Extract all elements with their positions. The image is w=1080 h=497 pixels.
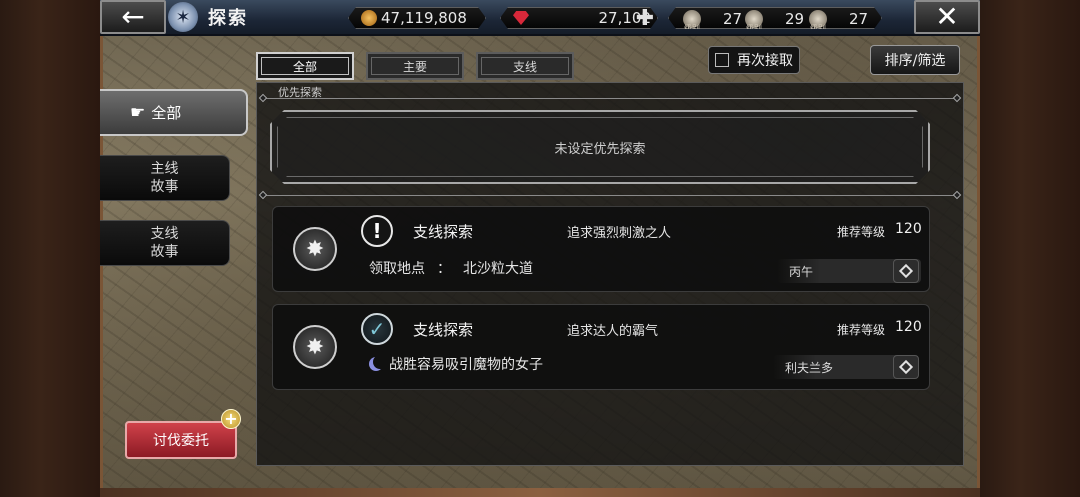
sort-filter-button[interactable]: 排序/筛选 [870, 45, 960, 75]
recommended-level-label: 推荐等级 [837, 225, 886, 239]
quest-name: 追求达人的霸气 [567, 324, 659, 339]
quest-objective: 战胜容易吸引魔物的女子 [369, 354, 543, 374]
checkbox-icon [715, 53, 729, 67]
level-counter-2: 级别 29 [745, 8, 763, 30]
sidebar-item-label: 全部 [151, 104, 182, 122]
locate-diamond-icon [898, 263, 914, 279]
explore-emblem-icon: ✶ [168, 2, 198, 32]
plus-icon: ✚ [635, 5, 655, 31]
level-counter-1: 级别 27 [683, 8, 701, 30]
sidebar-item-label: 支线 故事 [150, 226, 179, 260]
subjugation-request-button[interactable]: 讨伐委托 [125, 421, 237, 459]
quest-type: 支线探索 [413, 223, 474, 241]
level-badge-icon: 级别 [745, 10, 763, 28]
quest-card[interactable]: ✸ ✓ 支线探索 追求达人的霸气 推荐等级 120 战胜容易吸引魔物的女子 利夫… [272, 304, 930, 390]
level-value: 27 [849, 10, 869, 28]
back-button[interactable]: ← [100, 0, 166, 34]
add-gems-button[interactable]: ✚ [633, 5, 657, 31]
map-bottom-edge [100, 488, 980, 497]
compass-icon: ✸ [293, 325, 337, 369]
moon-icon [369, 357, 383, 371]
sidebar-item-main-story[interactable]: 主线 故事 [100, 155, 230, 201]
gold-value: 47,119,808 [381, 9, 467, 27]
level-counter-3: 级别 27 [809, 8, 827, 30]
reaccept-checkbox[interactable]: 再次接取 [708, 46, 800, 74]
arrow-left-icon: ← [121, 0, 145, 33]
close-icon: ✕ [935, 0, 959, 33]
title-area: ✶ 探索 [168, 0, 248, 34]
locate-button[interactable] [893, 355, 919, 379]
tab-side[interactable]: 支线 [476, 52, 574, 80]
divider [262, 195, 958, 196]
locate-diamond-icon [898, 359, 914, 375]
gem-icon [513, 11, 529, 25]
close-button[interactable]: ✕ [914, 0, 980, 34]
level-badge-icon: 级别 [683, 10, 701, 28]
recommended-level-label: 推荐等级 [837, 323, 886, 337]
coin-icon [361, 10, 377, 26]
left-border [0, 0, 100, 497]
level-value: 29 [785, 10, 805, 28]
right-border [980, 0, 1080, 497]
sidebar-item-all[interactable]: ☛ 全部 [100, 89, 248, 136]
page-title: 探索 [208, 8, 248, 29]
plus-badge-icon: + [221, 409, 241, 429]
recommended-level-value: 120 [895, 319, 922, 335]
sidebar-item-label: 主线 故事 [150, 161, 179, 195]
recommended-level-value: 120 [895, 221, 922, 237]
priority-slot[interactable]: 未设定优先探索 [270, 110, 930, 184]
compass-icon: ✸ [293, 227, 337, 271]
tab-all[interactable]: 全部 [256, 52, 354, 80]
level-value: 27 [723, 10, 743, 28]
checkmark-icon: ✓ [361, 313, 393, 345]
quest-card[interactable]: ✸ ! 支线探索 追求强烈刺激之人 推荐等级 120 领取地点：北沙粒大道 丙午 [272, 206, 930, 292]
pickup-location: 领取地点：北沙粒大道 [369, 261, 533, 277]
locate-button[interactable] [893, 259, 919, 283]
sidebar-item-side-story[interactable]: 支线 故事 [100, 220, 230, 266]
gold-counter: 47,119,808 [348, 7, 486, 29]
exclamation-icon: ! [361, 215, 393, 247]
divider [262, 98, 958, 99]
level-badge-icon: 级别 [809, 10, 827, 28]
tab-main[interactable]: 主要 [366, 52, 464, 80]
pointing-hand-icon: ☛ [130, 102, 146, 123]
level-counters: 级别 27 级别 29 级别 27 [668, 7, 882, 29]
quest-name: 追求强烈刺激之人 [567, 226, 672, 241]
quest-type: 支线探索 [413, 321, 474, 339]
